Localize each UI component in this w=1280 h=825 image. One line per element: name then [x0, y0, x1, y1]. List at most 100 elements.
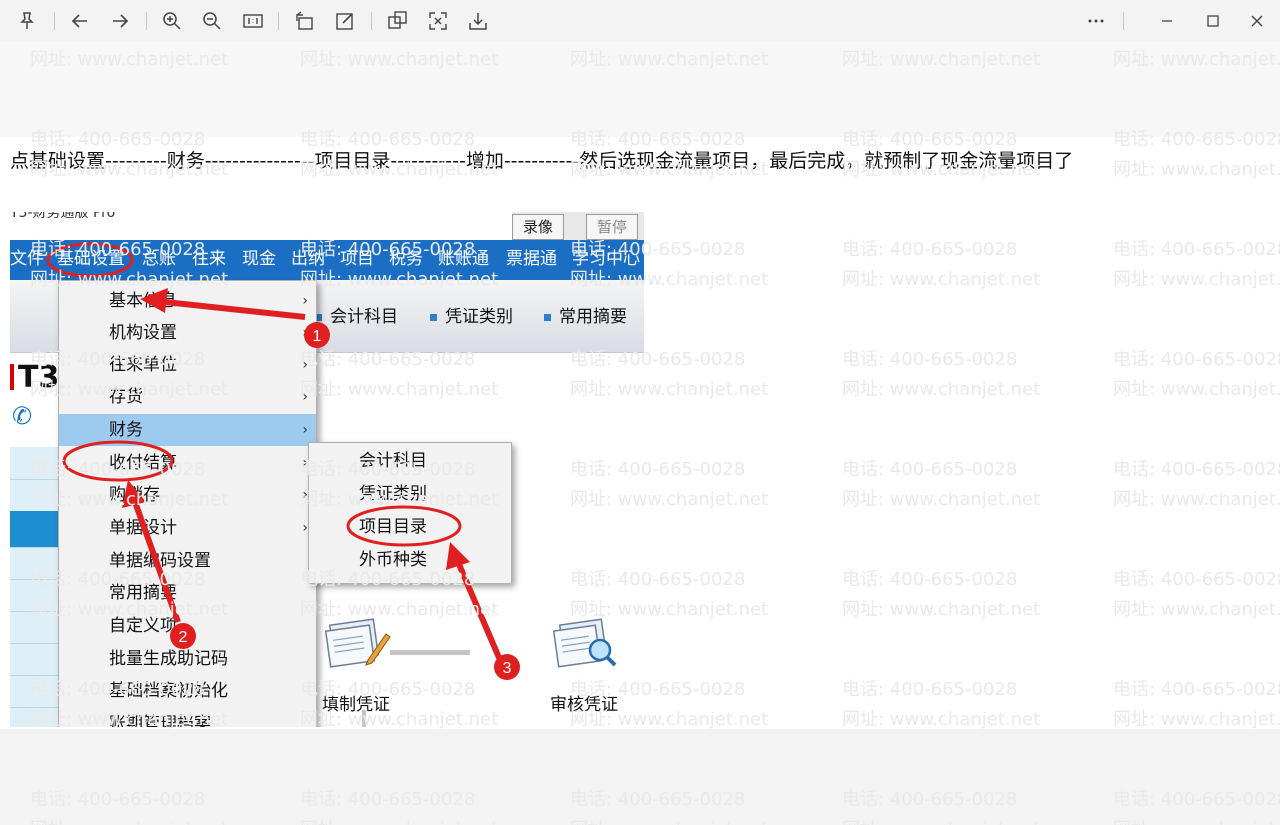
fill-voucher-label[interactable]: 填制凭证	[322, 690, 390, 715]
watermark-phone: 电话: 400-665-0028	[570, 789, 746, 810]
menu-item-purchase-sales-stock[interactable]: 购销存 ›	[59, 479, 316, 511]
left-nav-panel	[10, 447, 60, 727]
menu-tax[interactable]: 税务	[389, 247, 423, 271]
menu-general-ledger[interactable]: 总账	[142, 247, 176, 271]
menu-item-inventory[interactable]: 存货 ›	[59, 381, 316, 413]
menu-item-settlement[interactable]: 收付结算 ›	[59, 447, 316, 479]
flow-connector	[390, 650, 470, 655]
submenu-item-accounts[interactable]: 会计科目	[359, 445, 427, 477]
left-nav-row[interactable]	[10, 447, 60, 480]
left-nav-row[interactable]	[10, 643, 60, 676]
menu-cashier[interactable]: 出纳	[291, 247, 325, 271]
menu-item-common-summary[interactable]: 常用摘要	[59, 577, 316, 609]
menu-receivables[interactable]: 往来	[192, 247, 226, 271]
menu-item-batch-mnemonic[interactable]: 批量生成助记码	[59, 643, 316, 675]
menu-item-basic-info[interactable]: 基本信息 ›	[59, 285, 316, 317]
watermark-site: 网址: www.chanjet.net	[30, 815, 228, 825]
bullet-icon	[430, 313, 437, 321]
maximize-icon[interactable]	[1201, 9, 1225, 33]
watermark-phone: 电话: 400-665-0028	[30, 789, 206, 810]
menu-item-period-archive[interactable]: 账期管理档案	[59, 708, 316, 727]
image-canvas: 点基础设置---------财务----------------项目目录----…	[0, 42, 1280, 825]
title-strip: T3-财务通版 Pro	[10, 212, 512, 240]
zoom-in-icon[interactable]	[160, 9, 184, 33]
forward-arrow-icon[interactable]	[108, 9, 132, 33]
shortcut-voucher-types[interactable]: 凭证类别	[430, 302, 513, 327]
audit-voucher-label[interactable]: 审核凭证	[550, 690, 618, 715]
t3-logo: T3	[18, 360, 60, 395]
more-icon[interactable]	[1084, 9, 1108, 33]
chevron-right-icon: ›	[302, 293, 308, 309]
menu-bar: 文件 基础设置 总账 往来 现金 出纳 项目 税务 账账通 票据通 学习中心	[10, 240, 644, 280]
audit-voucher-icon[interactable]	[550, 616, 620, 676]
watermark-text: 电话: 400-665-0028 网址: www.chanjet.net	[842, 785, 1040, 825]
watermark-site: 网址: www.chanjet.net	[570, 815, 768, 825]
record-controls: 录像 暂停	[512, 212, 644, 240]
save-icon[interactable]	[466, 9, 490, 33]
menu-piaojutong[interactable]: 票据通	[506, 247, 557, 271]
watermark-phone: 电话: 400-665-0028	[842, 789, 1018, 810]
chevron-right-icon: ›	[302, 357, 308, 373]
shortcut-common-summary[interactable]: 常用摘要	[544, 302, 627, 327]
menu-cash[interactable]: 现金	[242, 247, 276, 271]
submenu-item-currency-types[interactable]: 外币种类	[359, 544, 427, 576]
menu-item-custom-fields[interactable]: 自定义项	[59, 610, 316, 642]
edit-icon[interactable]	[333, 9, 357, 33]
pause-button[interactable]: 暂停	[586, 214, 639, 240]
record-button[interactable]: 录像	[512, 214, 565, 240]
submenu-item-project-catalog[interactable]: 项目目录	[359, 511, 427, 543]
watermark-text: 电话: 400-665-0028 网址: www.chanjet.net	[570, 785, 768, 825]
menu-item-org-settings[interactable]: 机构设置 ›	[59, 317, 316, 349]
basic-settings-dropdown: 基本信息 › 机构设置 › 往来单位 › 存货 › 财务 › 收付结算 › 购销存 › 单据设…	[58, 280, 317, 727]
logo-accent	[10, 364, 14, 390]
watermark-site: 网址: www.chanjet.net	[1113, 815, 1280, 825]
watermark-site: 网址: www.chanjet.net	[300, 815, 498, 825]
rotate-icon[interactable]	[293, 9, 317, 33]
menu-project[interactable]: 项目	[340, 247, 374, 271]
menu-item-archive-init[interactable]: 基础档案初始化	[59, 675, 316, 707]
separator	[1123, 12, 1124, 30]
separator	[278, 12, 279, 30]
menu-item-partners[interactable]: 往来单位 ›	[59, 349, 316, 381]
watermark-phone: 电话: 400-665-0028	[300, 789, 476, 810]
menu-item-document-numbering[interactable]: 单据编码设置	[59, 545, 316, 577]
step-marker-label: 3	[503, 660, 512, 677]
embedded-screenshot: T3-财务通版 Pro 录像 暂停 文件 基础设置 总账 往来 现金 出纳 项目…	[10, 212, 644, 727]
watermark-text: 电话: 400-665-0028 网址: www.chanjet.net	[1113, 785, 1280, 825]
submenu-item-voucher-types[interactable]: 凭证类别	[359, 478, 427, 510]
menu-basic-settings[interactable]: 基础设置	[57, 247, 125, 271]
bullet-icon	[544, 313, 551, 321]
minimize-icon[interactable]	[1155, 9, 1179, 33]
separator	[54, 12, 55, 30]
left-nav-row[interactable]	[10, 611, 60, 644]
fullscreen-icon[interactable]	[426, 9, 450, 33]
close-icon[interactable]	[1245, 9, 1269, 33]
phone-icon: ✆	[12, 402, 33, 430]
finance-submenu: 会计科目 凭证类别 项目目录 外币种类	[308, 442, 512, 584]
left-nav-row[interactable]	[10, 675, 60, 708]
actual-size-icon[interactable]	[241, 9, 265, 33]
back-arrow-icon[interactable]	[68, 9, 92, 33]
left-nav-row[interactable]	[10, 479, 60, 512]
fill-voucher-icon[interactable]	[322, 616, 392, 676]
watermark-phone: 电话: 400-665-0028	[1113, 789, 1280, 810]
menu-learning-center[interactable]: 学习中心	[572, 247, 640, 271]
crop-icon[interactable]	[386, 9, 410, 33]
separator	[146, 12, 147, 30]
menu-item-document-design[interactable]: 单据设计 ›	[59, 512, 316, 544]
pin-icon[interactable]	[15, 9, 39, 33]
left-nav-row[interactable]	[10, 547, 60, 580]
menu-file[interactable]: 文件	[10, 247, 44, 271]
separator	[371, 12, 372, 30]
menu-item-finance[interactable]: 财务 ›	[59, 414, 316, 446]
chevron-right-icon: ›	[302, 389, 308, 405]
zoom-out-icon[interactable]	[200, 9, 224, 33]
chevron-right-icon: ›	[302, 325, 308, 341]
menu-zhangzhangtong[interactable]: 账账通	[438, 247, 489, 271]
watermark-text: 电话: 400-665-0028 网址: www.chanjet.net	[30, 785, 228, 825]
shortcut-accounts[interactable]: 会计科目	[315, 302, 398, 327]
left-nav-row-active[interactable]	[10, 511, 60, 548]
left-nav-row[interactable]	[10, 579, 60, 612]
watermark-site: 网址: www.chanjet.net	[842, 815, 1040, 825]
instruction-caption: 点基础设置---------财务----------------项目目录----…	[10, 150, 1074, 172]
